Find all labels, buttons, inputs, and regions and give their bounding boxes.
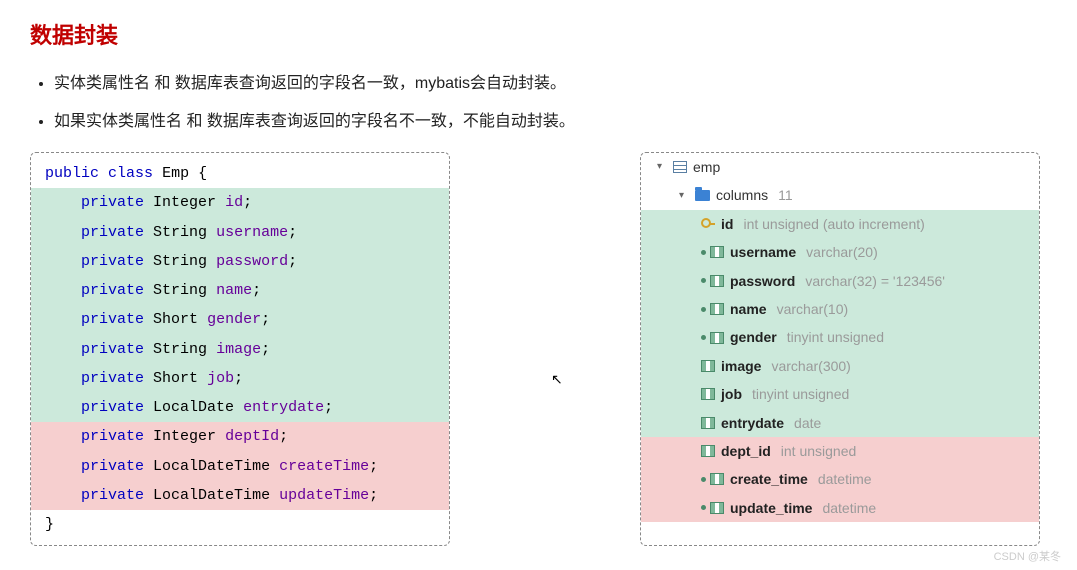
tree-column-row[interactable]: idint unsigned (auto increment): [641, 210, 1039, 238]
code-field: private Integer deptId;: [31, 422, 449, 451]
code-field: private Short gender;: [31, 305, 449, 334]
watermark: CSDN @某冬: [994, 548, 1061, 564]
code-close-brace: }: [31, 510, 449, 539]
code-match-block: private Integer id; private String usern…: [31, 188, 449, 422]
tree-panel: ▾ emp ▾ columns 11 idint unsigned (auto …: [640, 152, 1040, 546]
code-field: private String image;: [31, 335, 449, 364]
dot-icon: [701, 505, 706, 510]
bullet-item: 如果实体类属性名 和 数据库表查询返回的字段名不一致，不能自动封装。: [54, 110, 1047, 134]
tree-column-row[interactable]: jobtinyint unsigned: [641, 380, 1039, 408]
table-icon: [673, 161, 687, 173]
tree-mismatch-block: dept_idint unsigned create_timedatetime …: [641, 437, 1039, 522]
chevron-down-icon: ▾: [657, 159, 667, 175]
code-class-decl: public class Emp {: [31, 159, 449, 188]
code-field: private LocalDate entrydate;: [31, 393, 449, 422]
tree-column-row[interactable]: create_timedatetime: [641, 465, 1039, 493]
column-icon: [710, 473, 724, 485]
tree-column-row[interactable]: usernamevarchar(20): [641, 238, 1039, 266]
tree-table-name: emp: [693, 156, 720, 178]
code-field: private LocalDateTime updateTime;: [31, 481, 449, 510]
key-icon: [701, 218, 715, 230]
code-field: private String username;: [31, 218, 449, 247]
column-icon: [710, 303, 724, 315]
bullet-item: 实体类属性名 和 数据库表查询返回的字段名一致，mybatis会自动封装。: [54, 72, 1047, 96]
panels-row: public class Emp { private Integer id; p…: [30, 152, 1047, 546]
tree-columns-row[interactable]: ▾ columns 11: [641, 181, 1039, 209]
column-icon: [701, 388, 715, 400]
code-field: private String name;: [31, 276, 449, 305]
dot-icon: [701, 335, 706, 340]
folder-icon: [695, 190, 710, 201]
column-icon: [710, 275, 724, 287]
page-title: 数据封装: [30, 18, 1047, 50]
tree-column-row[interactable]: passwordvarchar(32) = '123456': [641, 267, 1039, 295]
tree-column-row[interactable]: imagevarchar(300): [641, 352, 1039, 380]
dot-icon: [701, 278, 706, 283]
tree-column-row[interactable]: update_timedatetime: [641, 494, 1039, 522]
code-field: private Short job;: [31, 364, 449, 393]
tree-column-row[interactable]: gendertinyint unsigned: [641, 323, 1039, 351]
code-panel: public class Emp { private Integer id; p…: [30, 152, 450, 546]
tree-column-row[interactable]: namevarchar(10): [641, 295, 1039, 323]
tree-table-row[interactable]: ▾ emp: [641, 153, 1039, 181]
tree-columns-count: 11: [778, 184, 793, 206]
code-field: private Integer id;: [31, 188, 449, 217]
column-icon: [710, 246, 724, 258]
chevron-down-icon: ▾: [679, 188, 689, 204]
dot-icon: [701, 477, 706, 482]
dot-icon: [701, 307, 706, 312]
code-mismatch-block: private Integer deptId; private LocalDat…: [31, 422, 449, 510]
column-icon: [701, 360, 715, 372]
column-icon: [701, 417, 715, 429]
code-field: private String password;: [31, 247, 449, 276]
column-icon: [710, 502, 724, 514]
tree-match-block: idint unsigned (auto increment) username…: [641, 210, 1039, 437]
code-field: private LocalDateTime createTime;: [31, 452, 449, 481]
column-icon: [710, 332, 724, 344]
tree-column-row[interactable]: entrydatedate: [641, 409, 1039, 437]
bullet-list: 实体类属性名 和 数据库表查询返回的字段名一致，mybatis会自动封装。 如果…: [54, 72, 1047, 134]
tree-column-row[interactable]: dept_idint unsigned: [641, 437, 1039, 465]
tree-columns-label: columns: [716, 184, 768, 206]
dot-icon: [701, 250, 706, 255]
column-icon: [701, 445, 715, 457]
